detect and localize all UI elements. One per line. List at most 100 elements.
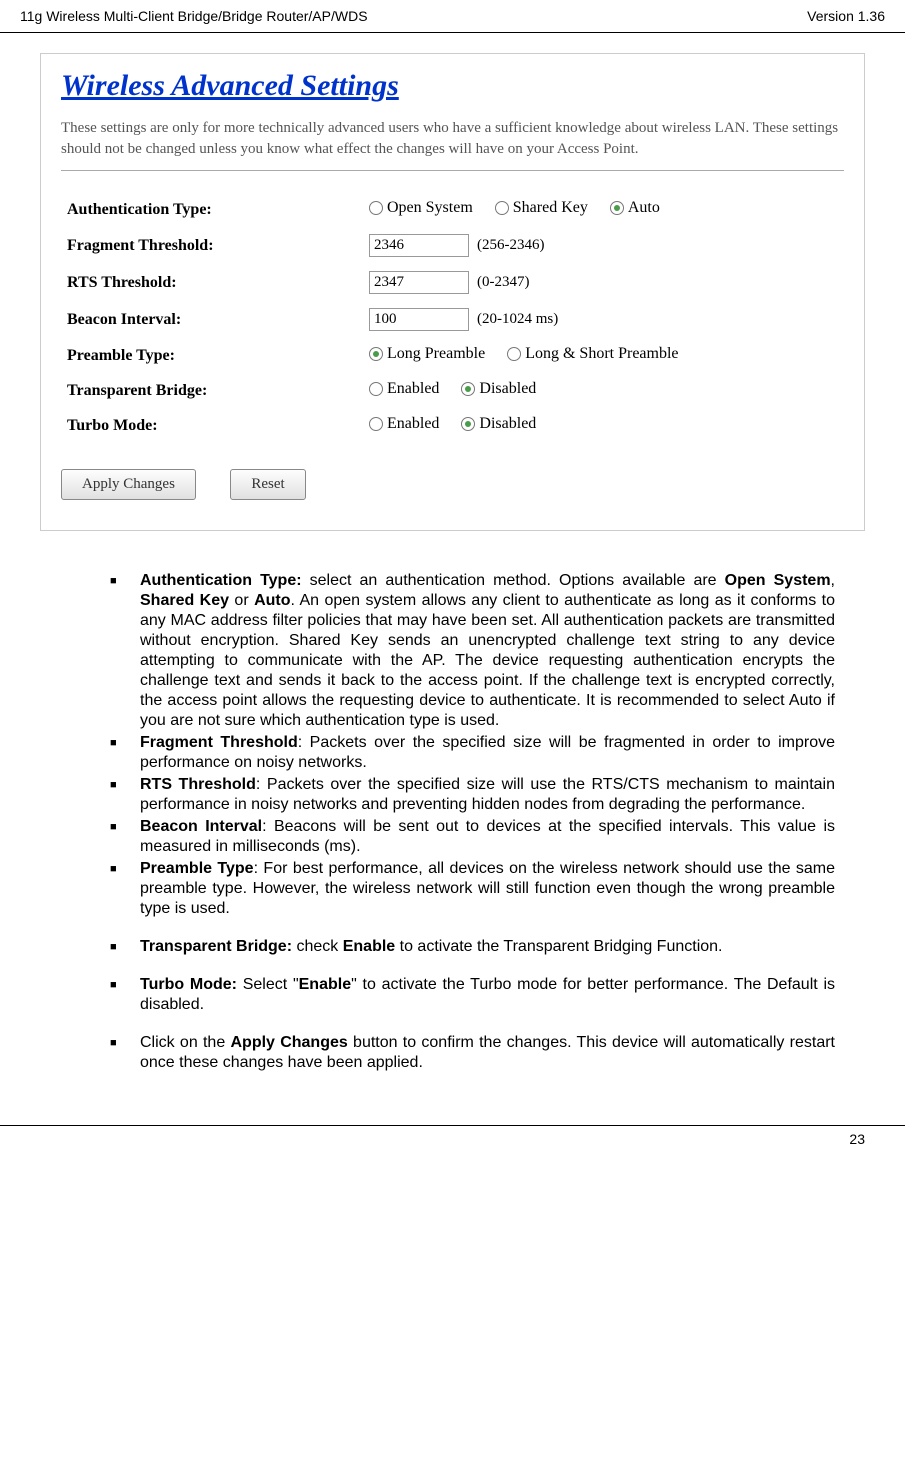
turbo-mode-label: Turbo Mode: — [63, 409, 363, 442]
header-title: 11g Wireless Multi-Client Bridge/Bridge … — [20, 8, 368, 24]
term: RTS Threshold — [140, 776, 256, 793]
radio-icon — [461, 417, 475, 431]
text: to activate the Transparent Bridging Fun… — [395, 938, 722, 955]
bullet-icon: ■ — [110, 1033, 140, 1073]
panel-description: These settings are only for more technic… — [61, 118, 844, 160]
transparent-bridge-options: Enabled Disabled — [365, 374, 842, 407]
term: Shared Key — [140, 592, 229, 609]
bullet-text: Transparent Bridge: check Enable to acti… — [140, 937, 835, 957]
turbo-disabled-radio[interactable]: Disabled — [461, 415, 536, 433]
transparent-enabled-radio[interactable]: Enabled — [369, 380, 439, 398]
term: Auto — [254, 592, 290, 609]
radio-icon — [495, 201, 509, 215]
bullet-transparent-bridge: ■ Transparent Bridge: check Enable to ac… — [110, 937, 835, 957]
auth-type-label: Authentication Type: — [63, 193, 363, 226]
beacon-interval-input[interactable] — [369, 308, 469, 331]
page-content: Wireless Advanced Settings These setting… — [0, 33, 905, 1095]
bullet-text: Authentication Type: select an authentic… — [140, 571, 835, 731]
bullet-preamble-type: ■ Preamble Type: For best performance, a… — [110, 859, 835, 919]
preamble-type-options: Long Preamble Long & Short Preamble — [365, 339, 842, 372]
bullet-text: Beacon Interval: Beacons will be sent ou… — [140, 817, 835, 857]
term: Transparent Bridge: — [140, 938, 292, 955]
auth-type-options: Open System Shared Key Auto — [365, 193, 842, 226]
page-footer: 23 — [0, 1125, 905, 1152]
header-version: Version 1.36 — [807, 8, 885, 24]
bullet-text: Turbo Mode: Select "Enable" to activate … — [140, 975, 835, 1015]
beacon-interval-label: Beacon Interval: — [63, 302, 363, 337]
rts-threshold-label: RTS Threshold: — [63, 265, 363, 300]
text: . An open system allows any client to au… — [140, 592, 835, 729]
radio-label: Disabled — [479, 380, 536, 398]
term: Open System — [725, 572, 831, 589]
apply-changes-button[interactable]: Apply Changes — [61, 469, 196, 500]
description-list: ■ Authentication Type: select an authent… — [40, 571, 865, 1073]
radio-label: Disabled — [479, 415, 536, 433]
text: Click on the — [140, 1034, 231, 1051]
text: select an authentication method. Options… — [302, 572, 725, 589]
settings-form: Authentication Type: Open System Shared … — [61, 191, 844, 444]
bullet-icon: ■ — [110, 937, 140, 957]
beacon-interval-hint: (20-1024 ms) — [477, 311, 558, 327]
bullet-text: Click on the Apply Changes button to con… — [140, 1033, 835, 1073]
bullet-text: Preamble Type: For best performance, all… — [140, 859, 835, 919]
bullet-icon: ■ — [110, 571, 140, 731]
reset-button[interactable]: Reset — [230, 469, 305, 500]
term: Fragment Threshold — [140, 734, 298, 751]
radio-icon — [610, 201, 624, 215]
bullet-icon: ■ — [110, 733, 140, 773]
radio-label: Long & Short Preamble — [525, 345, 678, 363]
term: Authentication Type: — [140, 572, 302, 589]
term: Apply Changes — [231, 1034, 348, 1051]
radio-icon — [507, 347, 521, 361]
term: Enable — [343, 938, 395, 955]
text: , — [831, 572, 835, 589]
transparent-bridge-label: Transparent Bridge: — [63, 374, 363, 407]
radio-label: Open System — [387, 199, 473, 217]
bullet-icon: ■ — [110, 817, 140, 857]
settings-panel: Wireless Advanced Settings These setting… — [40, 53, 865, 531]
text: Select " — [237, 976, 299, 993]
radio-label: Shared Key — [513, 199, 588, 217]
bullet-fragment-threshold: ■ Fragment Threshold: Packets over the s… — [110, 733, 835, 773]
page-header: 11g Wireless Multi-Client Bridge/Bridge … — [0, 0, 905, 33]
radio-label: Enabled — [387, 415, 439, 433]
radio-label: Auto — [628, 199, 660, 217]
radio-icon — [369, 201, 383, 215]
radio-label: Long Preamble — [387, 345, 485, 363]
auth-open-radio[interactable]: Open System — [369, 199, 473, 217]
preamble-longshort-radio[interactable]: Long & Short Preamble — [507, 345, 678, 363]
bullet-icon: ■ — [110, 975, 140, 1015]
bullet-icon: ■ — [110, 859, 140, 919]
auth-auto-radio[interactable]: Auto — [610, 199, 660, 217]
fragment-threshold-label: Fragment Threshold: — [63, 228, 363, 263]
fragment-threshold-input[interactable] — [369, 234, 469, 257]
radio-icon — [369, 347, 383, 361]
preamble-long-radio[interactable]: Long Preamble — [369, 345, 485, 363]
term: Preamble Type — [140, 860, 254, 877]
turbo-enabled-radio[interactable]: Enabled — [369, 415, 439, 433]
radio-label: Enabled — [387, 380, 439, 398]
rts-threshold-input[interactable] — [369, 271, 469, 294]
bullet-text: Fragment Threshold: Packets over the spe… — [140, 733, 835, 773]
auth-shared-radio[interactable]: Shared Key — [495, 199, 588, 217]
bullet-apply-changes: ■ Click on the Apply Changes button to c… — [110, 1033, 835, 1073]
bullet-turbo-mode: ■ Turbo Mode: Select "Enable" to activat… — [110, 975, 835, 1015]
divider — [61, 170, 844, 171]
text: check — [292, 938, 343, 955]
fragment-threshold-hint: (256-2346) — [477, 237, 545, 253]
turbo-mode-options: Enabled Disabled — [365, 409, 842, 442]
term: Turbo Mode: — [140, 976, 237, 993]
radio-icon — [461, 382, 475, 396]
page-number: 23 — [849, 1131, 865, 1147]
transparent-disabled-radio[interactable]: Disabled — [461, 380, 536, 398]
bullet-beacon-interval: ■ Beacon Interval: Beacons will be sent … — [110, 817, 835, 857]
rts-threshold-hint: (0-2347) — [477, 274, 530, 290]
term: Enable — [299, 976, 351, 993]
preamble-type-label: Preamble Type: — [63, 339, 363, 372]
bullet-rts-threshold: ■ RTS Threshold: Packets over the specif… — [110, 775, 835, 815]
panel-title: Wireless Advanced Settings — [61, 69, 844, 103]
text: or — [229, 592, 254, 609]
button-row: Apply Changes Reset — [61, 469, 844, 500]
radio-icon — [369, 417, 383, 431]
bullet-icon: ■ — [110, 775, 140, 815]
